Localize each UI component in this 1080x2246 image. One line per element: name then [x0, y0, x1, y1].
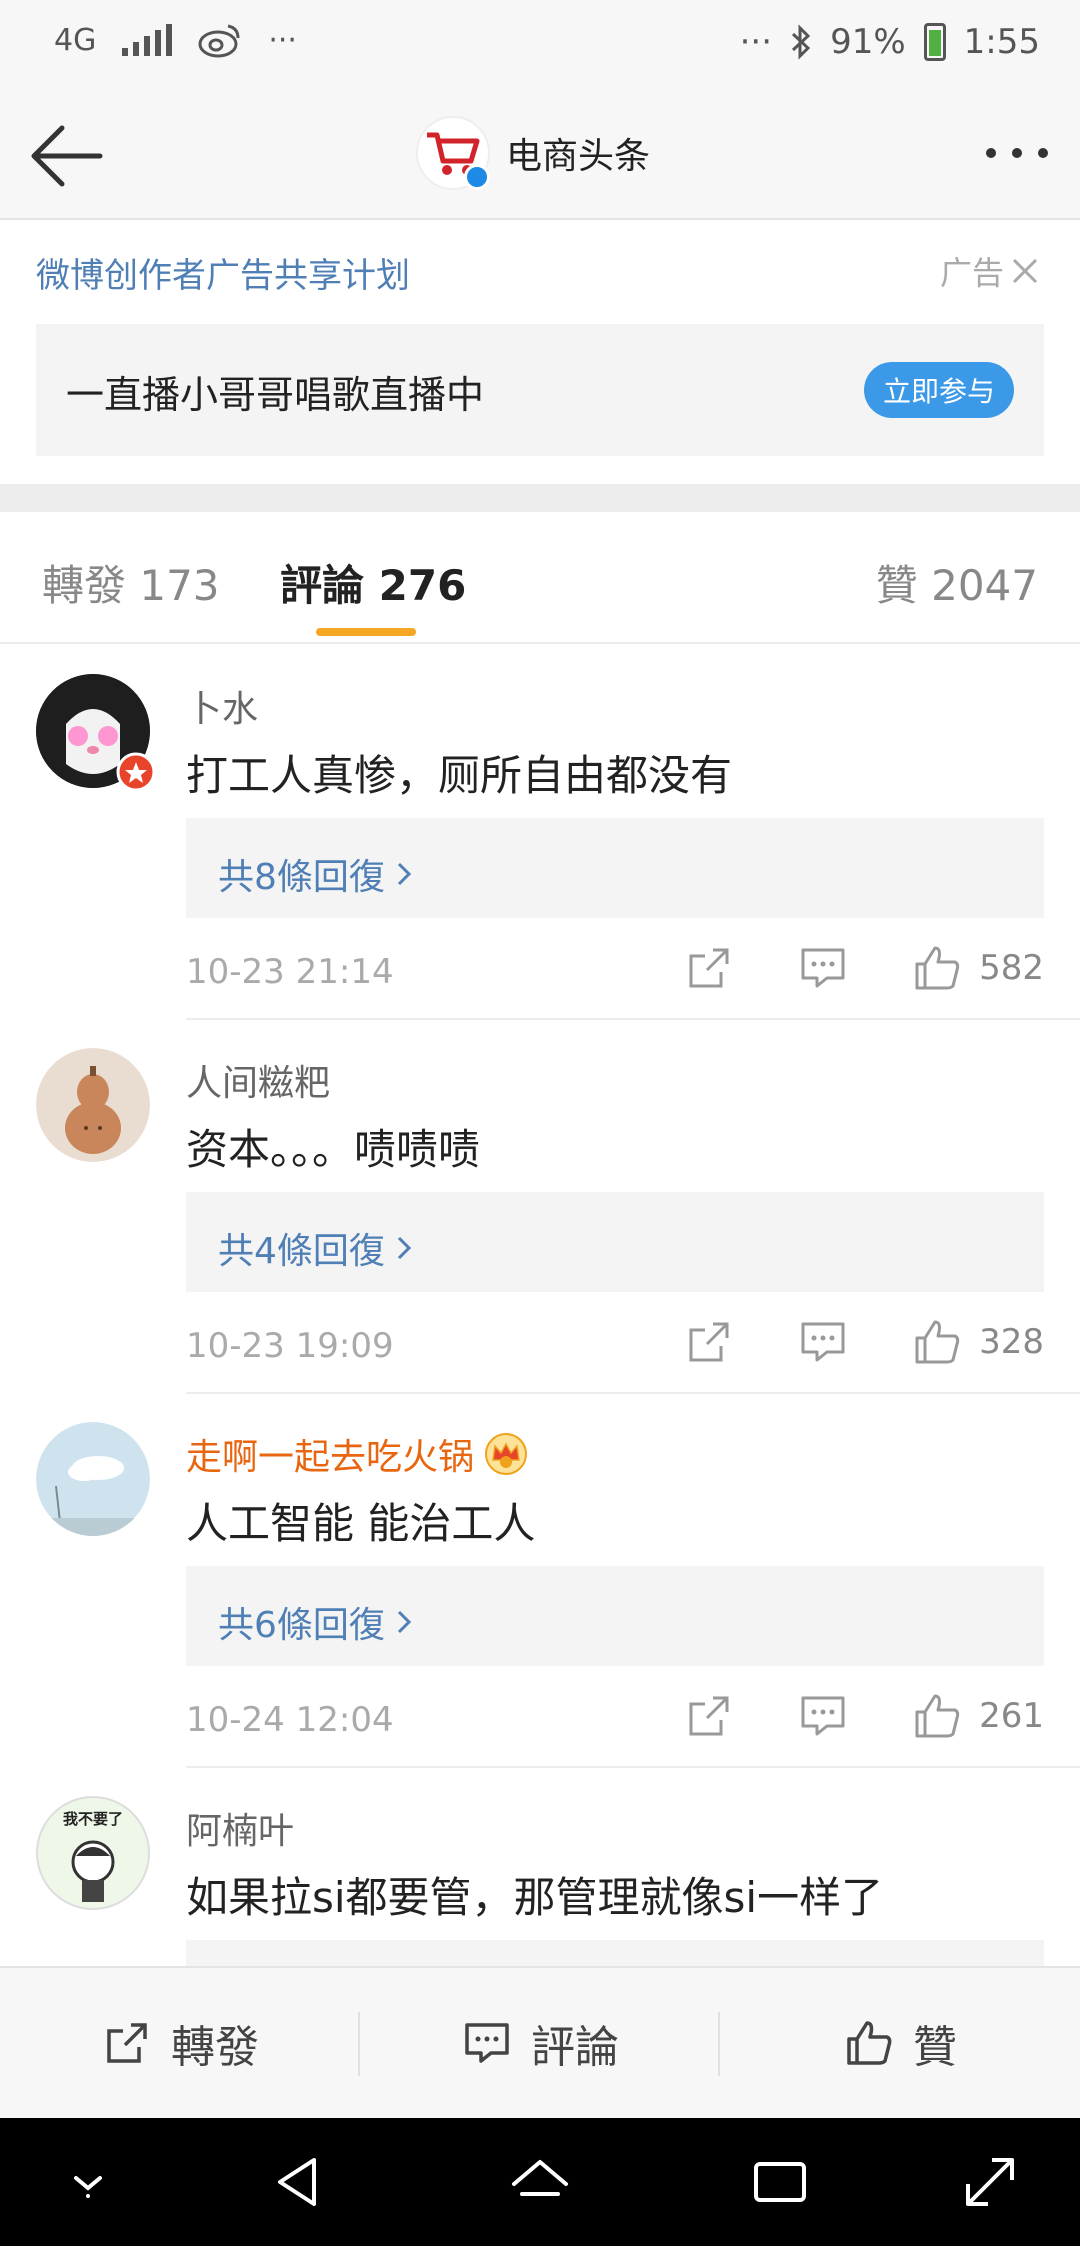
avatar[interactable]: [36, 1048, 150, 1162]
comment-icon[interactable]: [797, 942, 849, 994]
recent-apps-icon[interactable]: [748, 2150, 812, 2214]
comment-author[interactable]: 人间糍粑: [186, 1054, 330, 1106]
share-icon: [107, 2023, 147, 2063]
comment-actions: 261: [621, 1690, 1044, 1742]
replies-box[interactable]: 共8條回復: [186, 818, 1044, 918]
section-divider: [0, 484, 1080, 512]
more-dots-icon[interactable]: [986, 148, 1048, 158]
verified-badge: [464, 164, 490, 190]
close-icon[interactable]: [1010, 256, 1040, 286]
like-count: 328: [979, 1322, 1044, 1362]
active-tab-indicator: [316, 628, 416, 636]
account-header[interactable]: 电商头条: [416, 116, 650, 190]
comment-icon[interactable]: [797, 1690, 849, 1742]
page-title: 电商头条: [506, 136, 651, 177]
status-dots: ···: [268, 22, 297, 58]
bluetooth-icon: [792, 24, 811, 60]
comment-text: 如果拉si都要管，那管理就像si一样了: [186, 1873, 884, 1922]
comment-text: 资本。。。啧啧啧: [186, 1125, 481, 1174]
expand-icon[interactable]: [958, 2150, 1022, 2214]
join-now-button[interactable]: 立即参与: [864, 362, 1014, 418]
clock: 1:55: [963, 22, 1040, 62]
avatar[interactable]: 我不要了: [36, 1796, 150, 1910]
chevron-right-icon: [397, 1610, 412, 1634]
replies-count: 共4條回復: [218, 1231, 385, 1272]
status-bar: 4G ··· ··· 91% 1:55: [0, 0, 1080, 92]
chevron-right-icon: [397, 862, 412, 886]
share-icon[interactable]: [683, 1316, 735, 1368]
comment-item: 卜水 打工人真惨，厕所自由都没有 共8條回復 10-23 21:14 582: [0, 646, 1080, 1020]
thumbs-up-icon: [847, 2021, 892, 2065]
replies-box[interactable]: [186, 1940, 1044, 1966]
battery-icon: [923, 23, 946, 61]
chevron-right-icon: [397, 1236, 412, 1260]
like-label: 贊: [913, 2022, 957, 2073]
sky-avatar-image: [36, 1422, 150, 1536]
replies-count: 共6條回復: [218, 1605, 385, 1646]
weibo-icon: [198, 24, 240, 58]
comment-actions: 582: [621, 942, 1044, 994]
home-icon[interactable]: [508, 2150, 572, 2214]
thumbs-up-icon[interactable]: [911, 942, 963, 994]
repost-button[interactable]: 轉發: [0, 1968, 360, 2118]
share-icon[interactable]: [683, 942, 735, 994]
avatar[interactable]: [36, 1422, 150, 1536]
avatar[interactable]: [36, 674, 156, 792]
ad-close[interactable]: 广告: [940, 248, 1040, 294]
ad-plan-link[interactable]: 微博创作者广告共享计划: [36, 248, 410, 297]
system-nav-bar: [0, 2118, 1080, 2246]
arrow-left-icon[interactable]: [26, 120, 106, 192]
battery-percent: 91%: [830, 22, 906, 62]
comment-author[interactable]: 走啊一起去吃火锅: [186, 1428, 528, 1480]
comment-time: 10-23 19:09: [186, 1326, 394, 1366]
like-button[interactable]: 贊: [720, 1968, 1080, 2118]
comment-item: 人间糍粑 资本。。。啧啧啧 共4條回復 10-23 19:09 328: [0, 1020, 1080, 1394]
replies-box[interactable]: 共6條回復: [186, 1566, 1044, 1666]
like-count: 261: [979, 1696, 1044, 1736]
status-dots-right: ···: [739, 22, 773, 62]
comment-item: 我不要了 阿楠叶 如果拉si都要管，那管理就像si一样了: [0, 1768, 1080, 1966]
signal-icon: [122, 24, 173, 56]
network-type: 4G: [54, 22, 97, 58]
ad-label: 广告: [939, 254, 1004, 292]
comment-time: 10-23 21:14: [186, 952, 394, 992]
avatar-caption: 我不要了: [63, 1810, 123, 1828]
gourd-avatar-image: [36, 1048, 150, 1162]
comment-text: 打工人真惨，厕所自由都没有: [186, 751, 733, 800]
share-icon[interactable]: [683, 1690, 735, 1742]
comment-author-name: 走啊一起去吃火锅: [186, 1437, 475, 1478]
tab-comments[interactable]: 評論 276: [280, 552, 466, 613]
ad-banner: 微博创作者广告共享计划 广告 一直播小哥哥唱歌直播中 立即参与: [0, 220, 1080, 484]
back-triangle-icon[interactable]: [268, 2150, 332, 2214]
comment-time: 10-24 12:04: [186, 1700, 394, 1740]
comment-text: 人工智能 能治工人: [186, 1499, 536, 1548]
ad-card[interactable]: 一直播小哥哥唱歌直播中 立即参与: [36, 324, 1044, 456]
thumbs-up-icon[interactable]: [911, 1690, 963, 1742]
cartoon-avatar-image: 我不要了: [63, 1810, 123, 1902]
tab-reposts[interactable]: 轉發 173: [42, 552, 220, 613]
tab-bar: 轉發 173 評論 276 贊 2047: [0, 512, 1080, 644]
comment-button[interactable]: 評論: [360, 1968, 720, 2118]
avatar[interactable]: [416, 116, 490, 190]
ad-text: 一直播小哥哥唱歌直播中: [66, 373, 485, 417]
comment-author[interactable]: 卜水: [186, 680, 258, 732]
comment-icon[interactable]: [797, 1316, 849, 1368]
bottom-toolbar: 轉發 評論 贊: [0, 1966, 1080, 2118]
thumbs-up-icon[interactable]: [911, 1316, 963, 1368]
comment-item: 走啊一起去吃火锅 人工智能 能治工人 共6條回復 10-24 12:04 261: [0, 1394, 1080, 1768]
repost-label: 轉發: [171, 2022, 259, 2073]
crown-icon: [485, 1433, 528, 1475]
replies-count: 共8條回復: [218, 857, 385, 898]
comment-actions: 328: [621, 1316, 1044, 1368]
comment-icon: [465, 2023, 509, 2063]
like-count: 582: [979, 948, 1044, 988]
chevron-down-icon[interactable]: [56, 2150, 120, 2214]
comment-label: 評論: [531, 2022, 619, 2073]
tab-likes[interactable]: 贊 2047: [876, 552, 1038, 613]
nav-bar: 电商头条: [0, 92, 1080, 220]
replies-box[interactable]: 共4條回復: [186, 1192, 1044, 1292]
member-badge-icon: [116, 752, 156, 792]
comment-author[interactable]: 阿楠叶: [186, 1802, 294, 1854]
